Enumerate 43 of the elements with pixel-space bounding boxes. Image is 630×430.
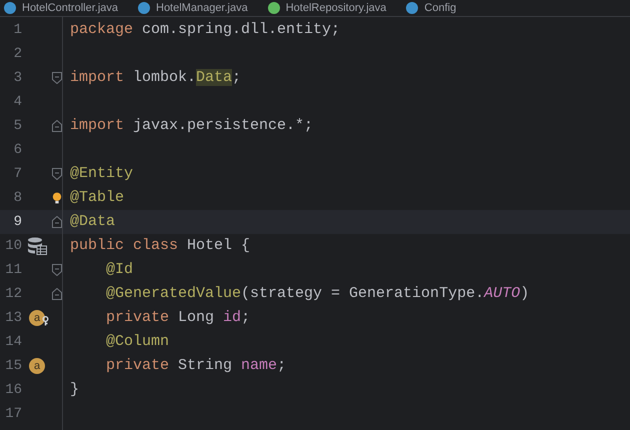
code-line: } [70, 380, 80, 400]
line-number: 12 [4, 284, 22, 304]
code-line: import javax.persistence.*; [70, 116, 314, 136]
code-line: package com.spring.dll.entity; [70, 20, 340, 40]
line-number: 8 [12, 188, 22, 208]
code-line: @Entity [70, 164, 134, 184]
line-number: 1 [12, 20, 22, 40]
line-number: 9 [12, 212, 22, 232]
line-number: 17 [4, 404, 22, 424]
line-number: 4 [12, 92, 22, 112]
database-table-icon[interactable] [27, 237, 47, 255]
code-line: @Column [105, 332, 170, 352]
code-line: import lombok.Data; [70, 68, 242, 88]
editor-tab[interactable]: HotelRepository.java [268, 1, 386, 15]
line-number: 6 [12, 140, 22, 160]
editor-tab[interactable]: Config [406, 1, 456, 15]
code-line: @Table [70, 188, 124, 208]
editor-tab[interactable]: HotelController.java [4, 1, 118, 15]
key-icon [42, 316, 49, 326]
line-number: 3 [12, 68, 22, 88]
line-number: 2 [12, 44, 22, 64]
class-icon [138, 2, 150, 14]
editor-tab[interactable]: HotelManager.java [138, 1, 248, 15]
line-number: 7 [12, 164, 22, 184]
line-number: 14 [4, 332, 22, 352]
field-badge[interactable]: a [29, 310, 45, 326]
line-number: 16 [4, 380, 22, 400]
code-line: @Id [105, 260, 134, 280]
line-number: 10 [4, 236, 22, 256]
line-number: 13 [4, 308, 22, 328]
line-number: 15 [4, 356, 22, 376]
code-line: @Data [70, 212, 116, 232]
code-line: private String name; [105, 356, 286, 376]
class-icon [4, 2, 16, 14]
interface-icon [268, 2, 280, 14]
code-line: public class Hotel { [70, 236, 250, 256]
field-badge[interactable]: a [29, 358, 45, 374]
line-number: 11 [4, 260, 22, 280]
line-number: 5 [12, 116, 22, 136]
code-line: @GeneratedValue(strategy = GenerationType.AUTO) [105, 284, 530, 304]
code-line: private Long id; [105, 308, 250, 328]
class-icon [406, 2, 418, 14]
lightbulb-icon[interactable] [52, 191, 62, 205]
